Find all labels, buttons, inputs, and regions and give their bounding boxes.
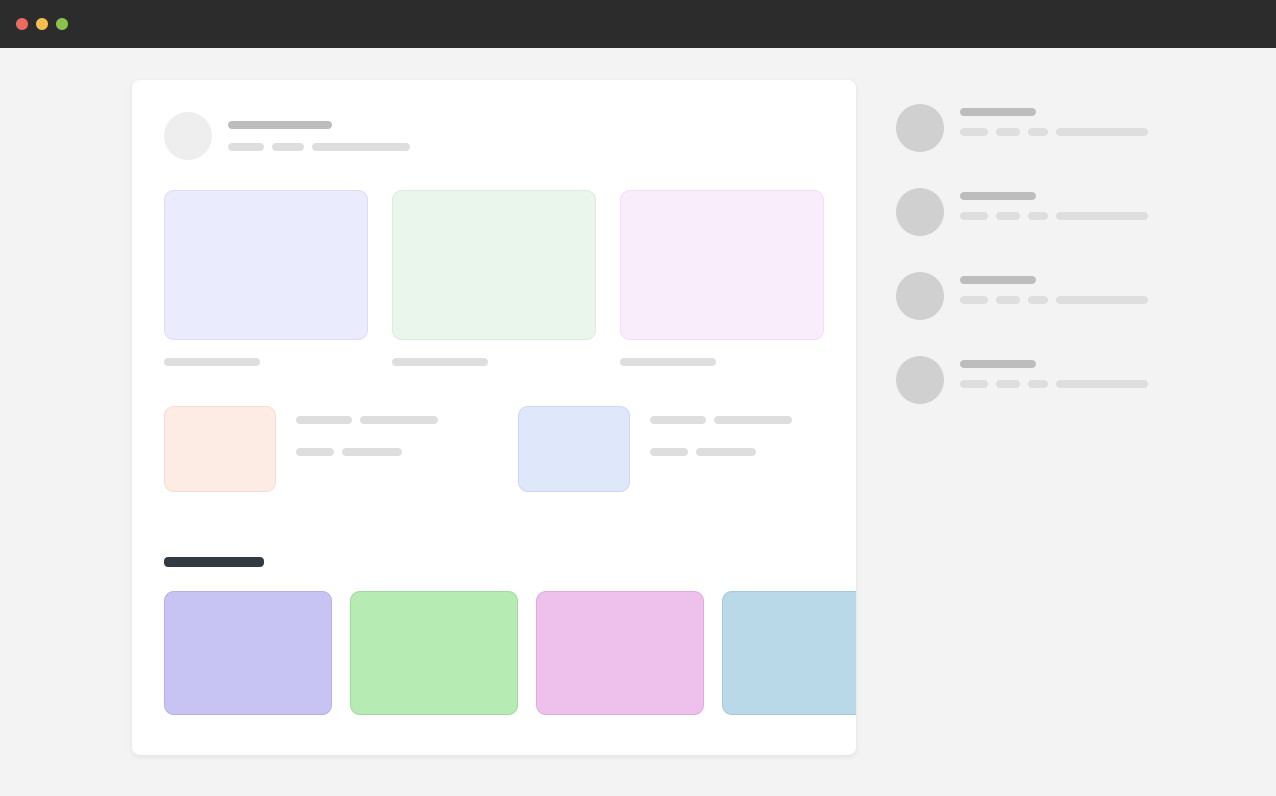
list-item-text (960, 104, 1148, 152)
media-thumbnail (518, 406, 630, 492)
carousel-item[interactable] (350, 591, 518, 715)
window-close-icon[interactable] (16, 18, 28, 30)
list-item-text (960, 188, 1148, 236)
profile-meta (228, 143, 410, 151)
media-text (296, 406, 438, 492)
list-item-sub (1028, 296, 1048, 304)
list-item-sub (960, 128, 988, 136)
list-item[interactable] (896, 104, 1148, 152)
carousel[interactable] (132, 591, 856, 715)
section-heading (132, 492, 856, 591)
tile-caption (392, 358, 488, 366)
content-card (132, 80, 856, 755)
list-item-text (960, 356, 1148, 404)
profile-meta-item (312, 143, 410, 151)
list-item-title (960, 276, 1036, 284)
list-item-sub (960, 296, 988, 304)
carousel-item[interactable] (536, 591, 704, 715)
profile-text (228, 121, 410, 151)
list-item-title (960, 192, 1036, 200)
avatar (896, 188, 944, 236)
avatar (896, 104, 944, 152)
list-item-sub (996, 380, 1020, 388)
media-line (650, 416, 706, 424)
window-titlebar (0, 0, 1276, 48)
list-item[interactable] (896, 272, 1148, 320)
profile-meta-item (228, 143, 264, 151)
list-item-sub (960, 212, 988, 220)
media-line (296, 448, 334, 456)
media-line (342, 448, 402, 456)
tile-item[interactable] (620, 190, 824, 366)
list-item-sub (960, 380, 988, 388)
profile-avatar[interactable] (164, 112, 212, 160)
carousel-item[interactable] (722, 591, 856, 715)
tile-row-large (132, 190, 856, 366)
list-item-sub (996, 128, 1020, 136)
media-item[interactable] (518, 406, 818, 492)
media-line (296, 416, 352, 424)
list-item-sub (1056, 212, 1148, 220)
media-line (360, 416, 438, 424)
tile-thumbnail (164, 190, 368, 340)
list-item-title (960, 108, 1036, 116)
media-thumbnail (164, 406, 276, 492)
tile-item[interactable] (392, 190, 596, 366)
profile-title (228, 121, 332, 129)
list-item-sub (1056, 380, 1148, 388)
list-item-title (960, 360, 1036, 368)
sidebar-list (896, 80, 1148, 755)
list-item-sub (1056, 296, 1148, 304)
avatar (896, 272, 944, 320)
media-item[interactable] (164, 406, 464, 492)
window-zoom-icon[interactable] (56, 18, 68, 30)
media-line (650, 448, 688, 456)
profile-meta-item (272, 143, 304, 151)
list-item[interactable] (896, 188, 1148, 236)
list-item-sub (1028, 212, 1048, 220)
carousel-item[interactable] (164, 591, 332, 715)
list-item-text (960, 272, 1148, 320)
tile-caption (620, 358, 716, 366)
list-item-sub (1056, 128, 1148, 136)
media-text (650, 406, 792, 492)
list-item-sub (996, 296, 1020, 304)
list-item-sub (1028, 380, 1048, 388)
tile-caption (164, 358, 260, 366)
avatar (896, 356, 944, 404)
media-line (696, 448, 756, 456)
list-item-sub (996, 212, 1020, 220)
list-item[interactable] (896, 356, 1148, 404)
tile-thumbnail (620, 190, 824, 340)
profile-header (132, 112, 856, 190)
window-minimize-icon[interactable] (36, 18, 48, 30)
media-line (714, 416, 792, 424)
list-item-sub (1028, 128, 1048, 136)
media-row (132, 366, 856, 492)
tile-thumbnail (392, 190, 596, 340)
page-body (0, 48, 1276, 755)
section-title (164, 557, 264, 567)
tile-item[interactable] (164, 190, 368, 366)
